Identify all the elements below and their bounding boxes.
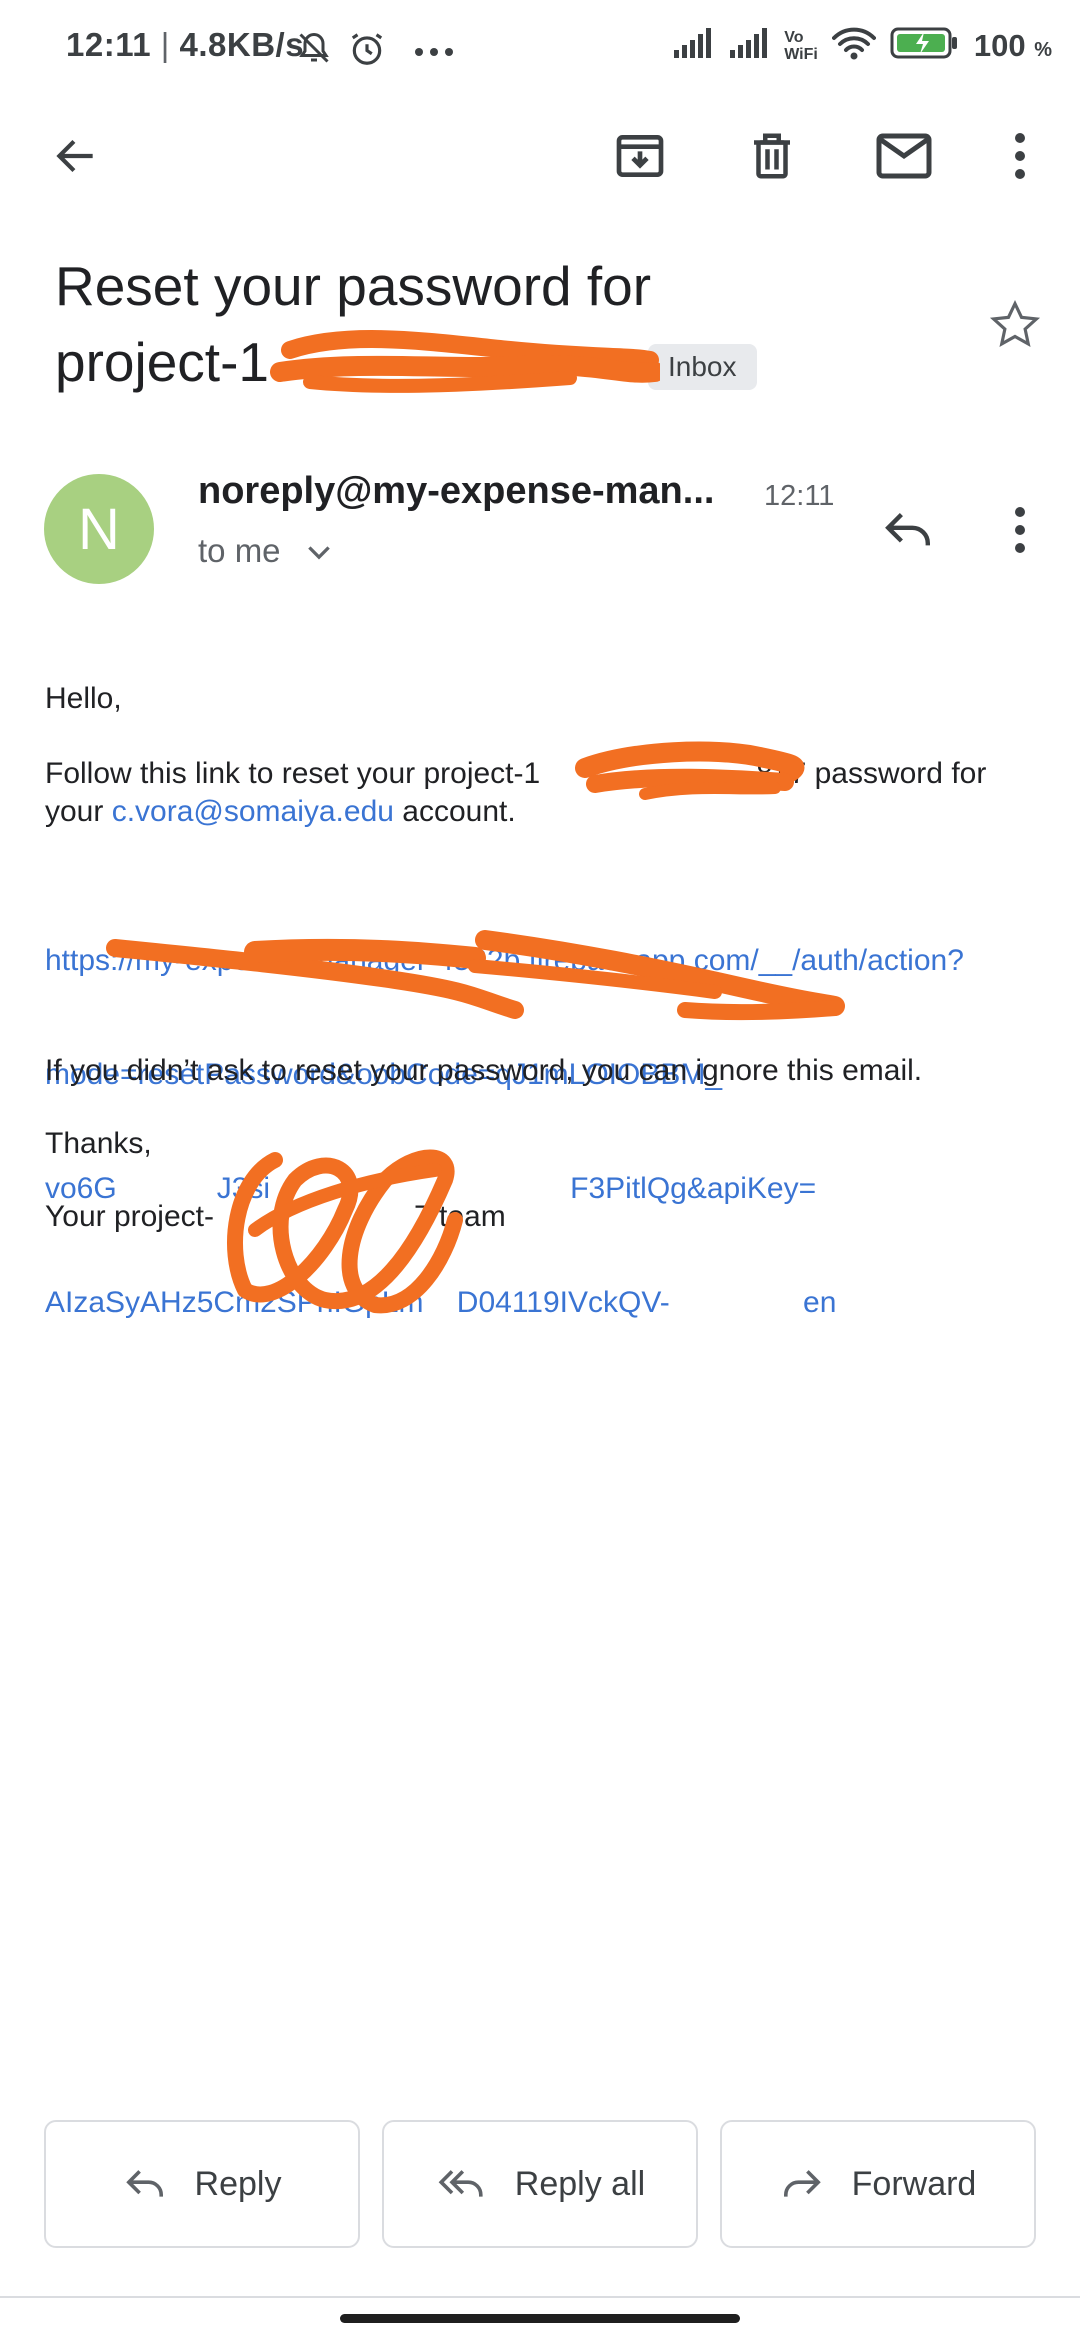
recipients-toggle[interactable]: to me: [198, 532, 336, 570]
redaction-scribble: [575, 741, 805, 800]
more-notifications-icon: [414, 44, 454, 62]
delete-icon: [754, 133, 790, 179]
navigation-divider: [0, 2296, 1080, 2298]
sender-avatar[interactable]: N: [44, 474, 154, 584]
battery-icon: [890, 26, 960, 65]
inbox-label-badge[interactable]: Inbox: [648, 344, 757, 390]
reply-button-label: Reply: [194, 2164, 282, 2203]
signal-icon-2: [728, 26, 770, 65]
status-time: 12:11: [66, 26, 152, 63]
network-speed: 4.8KB/s: [179, 26, 305, 63]
reply-all-button-label: Reply all: [514, 2164, 646, 2203]
alarm-icon: [348, 30, 386, 73]
body-paragraph-2: If you didn’t ask to reset your password…: [45, 1054, 923, 1087]
sender-address[interactable]: noreply@my-expense-man...: [198, 470, 714, 513]
redaction-scribble: [227, 1149, 463, 1314]
more-vert-icon: [1015, 507, 1025, 553]
greeting: Hello,: [45, 682, 122, 715]
reply-all-button[interactable]: Reply all: [382, 2120, 698, 2248]
forward-icon: [783, 2170, 821, 2197]
mark-unread-icon: [876, 133, 932, 179]
battery-level: 100 %: [973, 27, 1052, 63]
back-arrow-icon: [56, 139, 93, 173]
mark-unread-button[interactable]: [864, 116, 944, 196]
more-vert-icon: [1015, 133, 1025, 179]
chevron-down-icon: [307, 546, 330, 560]
status-bar: 12:11 | 4.8KB/s: [66, 26, 305, 63]
star-icon: [989, 299, 1041, 347]
account-email-link[interactable]: c.vora@somaiya.edu: [112, 795, 394, 828]
home-gesture-bar[interactable]: [340, 2314, 740, 2323]
archive-icon: [616, 135, 664, 177]
reply-icon: [125, 2170, 163, 2197]
delete-button[interactable]: [732, 116, 812, 196]
sender-more-button[interactable]: [990, 490, 1050, 570]
body-paragraph-1: Follow this link to reset your project-1…: [45, 757, 987, 828]
reply-button[interactable]: Reply: [44, 2120, 360, 2248]
email-time: 12:11: [764, 480, 835, 512]
redaction-scribble: [270, 330, 660, 393]
reply-icon-button[interactable]: [868, 490, 948, 570]
forward-button-label: Forward: [851, 2164, 977, 2203]
redaction-scribble: [106, 930, 845, 1021]
wifi-icon: [831, 26, 876, 65]
recipients-label: to me: [198, 532, 281, 569]
vowifi-icon: Vo WiFi: [784, 28, 818, 63]
back-button[interactable]: [36, 116, 116, 196]
status-icons: Vo WiFi 100 %: [672, 26, 1052, 65]
forward-button[interactable]: Forward: [720, 2120, 1036, 2248]
reply-icon: [885, 513, 930, 546]
signal-icon: [672, 26, 714, 65]
sign-off: Thanks,: [45, 1127, 152, 1160]
reply-all-icon: [438, 2170, 483, 2197]
star-button[interactable]: [980, 290, 1050, 360]
archive-button[interactable]: [600, 116, 680, 196]
more-options-button[interactable]: [990, 116, 1050, 196]
muted-bell-icon: [296, 30, 332, 71]
subject-line-1: Reset your password for: [55, 255, 652, 317]
